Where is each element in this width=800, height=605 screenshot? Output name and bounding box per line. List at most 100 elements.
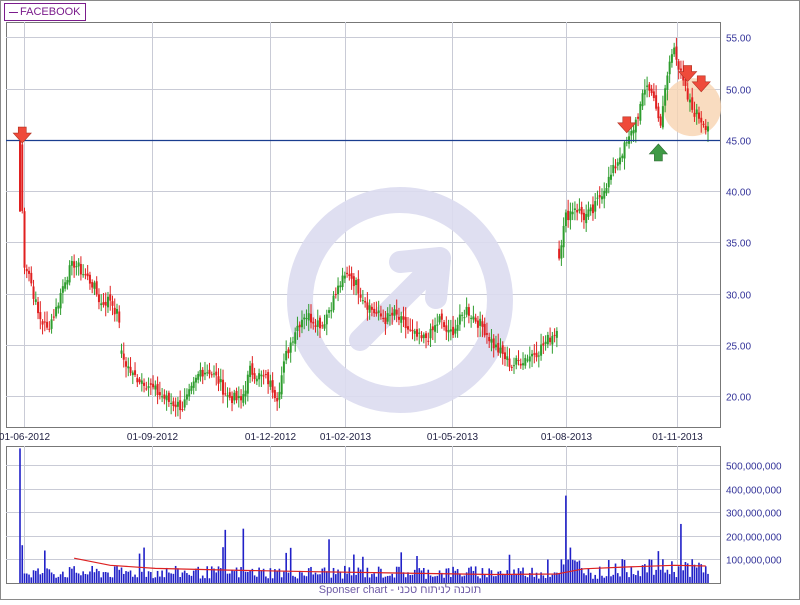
candle-body bbox=[591, 204, 594, 214]
volume-bar bbox=[635, 575, 637, 583]
volume-bar bbox=[472, 570, 475, 583]
volume-bar bbox=[384, 576, 387, 583]
volume-bar bbox=[154, 577, 157, 583]
candle-body bbox=[637, 116, 640, 119]
volume-bar bbox=[64, 577, 66, 583]
candle-body bbox=[485, 333, 488, 335]
volume-bar bbox=[100, 577, 103, 583]
volume-bar bbox=[673, 571, 675, 583]
candle-body bbox=[129, 366, 132, 373]
volume-bar bbox=[310, 566, 312, 583]
volume-bar bbox=[113, 566, 116, 583]
candle-body bbox=[573, 208, 576, 210]
volume-bar bbox=[695, 567, 698, 583]
candle-body bbox=[291, 341, 294, 343]
volume-bar bbox=[210, 566, 213, 583]
volume-bar bbox=[461, 576, 463, 583]
candle-body bbox=[145, 388, 148, 390]
volume-bar bbox=[163, 577, 166, 583]
candle-body bbox=[219, 379, 222, 383]
candle-body bbox=[571, 211, 574, 215]
price-y-tick-label: 45.00 bbox=[726, 137, 751, 148]
volume-y-tick-label: 300,000,000 bbox=[726, 509, 782, 520]
candle-body bbox=[154, 385, 157, 390]
legend-line-marker bbox=[9, 11, 18, 13]
candle-body bbox=[646, 85, 649, 87]
candle-body bbox=[499, 347, 502, 354]
volume-bar bbox=[524, 575, 527, 583]
volume-bar bbox=[271, 578, 274, 583]
candle-body bbox=[192, 381, 195, 388]
volume-bar bbox=[55, 577, 57, 583]
candle-body bbox=[86, 273, 89, 277]
candle-body bbox=[37, 301, 40, 314]
volume-bar bbox=[199, 578, 202, 583]
volume-bar bbox=[443, 577, 445, 583]
candle-body bbox=[404, 317, 407, 329]
volume-bar bbox=[700, 564, 703, 583]
candle-body bbox=[355, 280, 358, 286]
candle-body bbox=[594, 201, 597, 212]
volume-bar bbox=[109, 576, 112, 583]
candle-body bbox=[488, 337, 491, 342]
candle-body bbox=[558, 248, 561, 259]
volume-bar bbox=[416, 556, 418, 583]
volume-bar bbox=[172, 573, 175, 583]
volume-bar bbox=[82, 571, 84, 583]
volume-bar bbox=[228, 573, 231, 583]
volume-bar bbox=[68, 567, 71, 583]
candle-body bbox=[312, 321, 315, 324]
candle-body bbox=[578, 208, 581, 211]
candle-body bbox=[648, 84, 651, 91]
candle-body bbox=[73, 261, 76, 268]
candle-body bbox=[413, 330, 416, 334]
volume-bar bbox=[183, 570, 186, 583]
candle-body bbox=[314, 325, 317, 327]
candle-body bbox=[174, 404, 177, 408]
volume-bar bbox=[468, 567, 470, 583]
candle-body bbox=[271, 380, 274, 393]
candle-body bbox=[325, 314, 328, 325]
volume-bar bbox=[53, 574, 55, 583]
candle-body bbox=[149, 383, 152, 385]
candle-body bbox=[549, 337, 552, 343]
volume-bar bbox=[344, 565, 346, 583]
candle-body bbox=[695, 109, 698, 115]
volume-bar bbox=[391, 573, 393, 583]
candle-body bbox=[231, 396, 234, 404]
candle-body bbox=[100, 303, 103, 306]
candle-body bbox=[332, 295, 335, 311]
candle-body bbox=[524, 357, 527, 366]
volume-bar bbox=[621, 559, 624, 583]
volume-bar bbox=[362, 556, 364, 583]
candle-body bbox=[296, 325, 299, 332]
candle-body bbox=[77, 262, 80, 267]
candle-body bbox=[425, 333, 428, 339]
candle-body bbox=[461, 314, 464, 316]
volume-bar bbox=[177, 568, 179, 583]
candle-body bbox=[621, 155, 624, 159]
candle-body bbox=[61, 286, 64, 293]
volume-bar bbox=[136, 577, 139, 583]
volume-bar bbox=[386, 575, 389, 583]
volume-bar bbox=[244, 571, 247, 583]
candle-body bbox=[334, 294, 337, 296]
volume-bar bbox=[222, 547, 224, 583]
candle-body bbox=[237, 395, 240, 399]
candle-body bbox=[91, 282, 94, 288]
volume-bar bbox=[580, 568, 583, 583]
volume-bar bbox=[623, 560, 626, 583]
candle-body bbox=[111, 301, 114, 306]
candle-body bbox=[472, 316, 475, 320]
volume-bar bbox=[691, 559, 694, 583]
volume-bar bbox=[438, 570, 441, 583]
candle-body bbox=[569, 211, 572, 221]
volume-bar bbox=[587, 568, 590, 583]
volume-bar bbox=[57, 576, 60, 583]
candle-body bbox=[693, 112, 696, 117]
candle-body bbox=[161, 396, 164, 398]
volume-bar bbox=[280, 577, 283, 583]
volume-bar bbox=[353, 554, 355, 583]
candle-body bbox=[463, 317, 466, 319]
volume-bar bbox=[131, 576, 134, 583]
